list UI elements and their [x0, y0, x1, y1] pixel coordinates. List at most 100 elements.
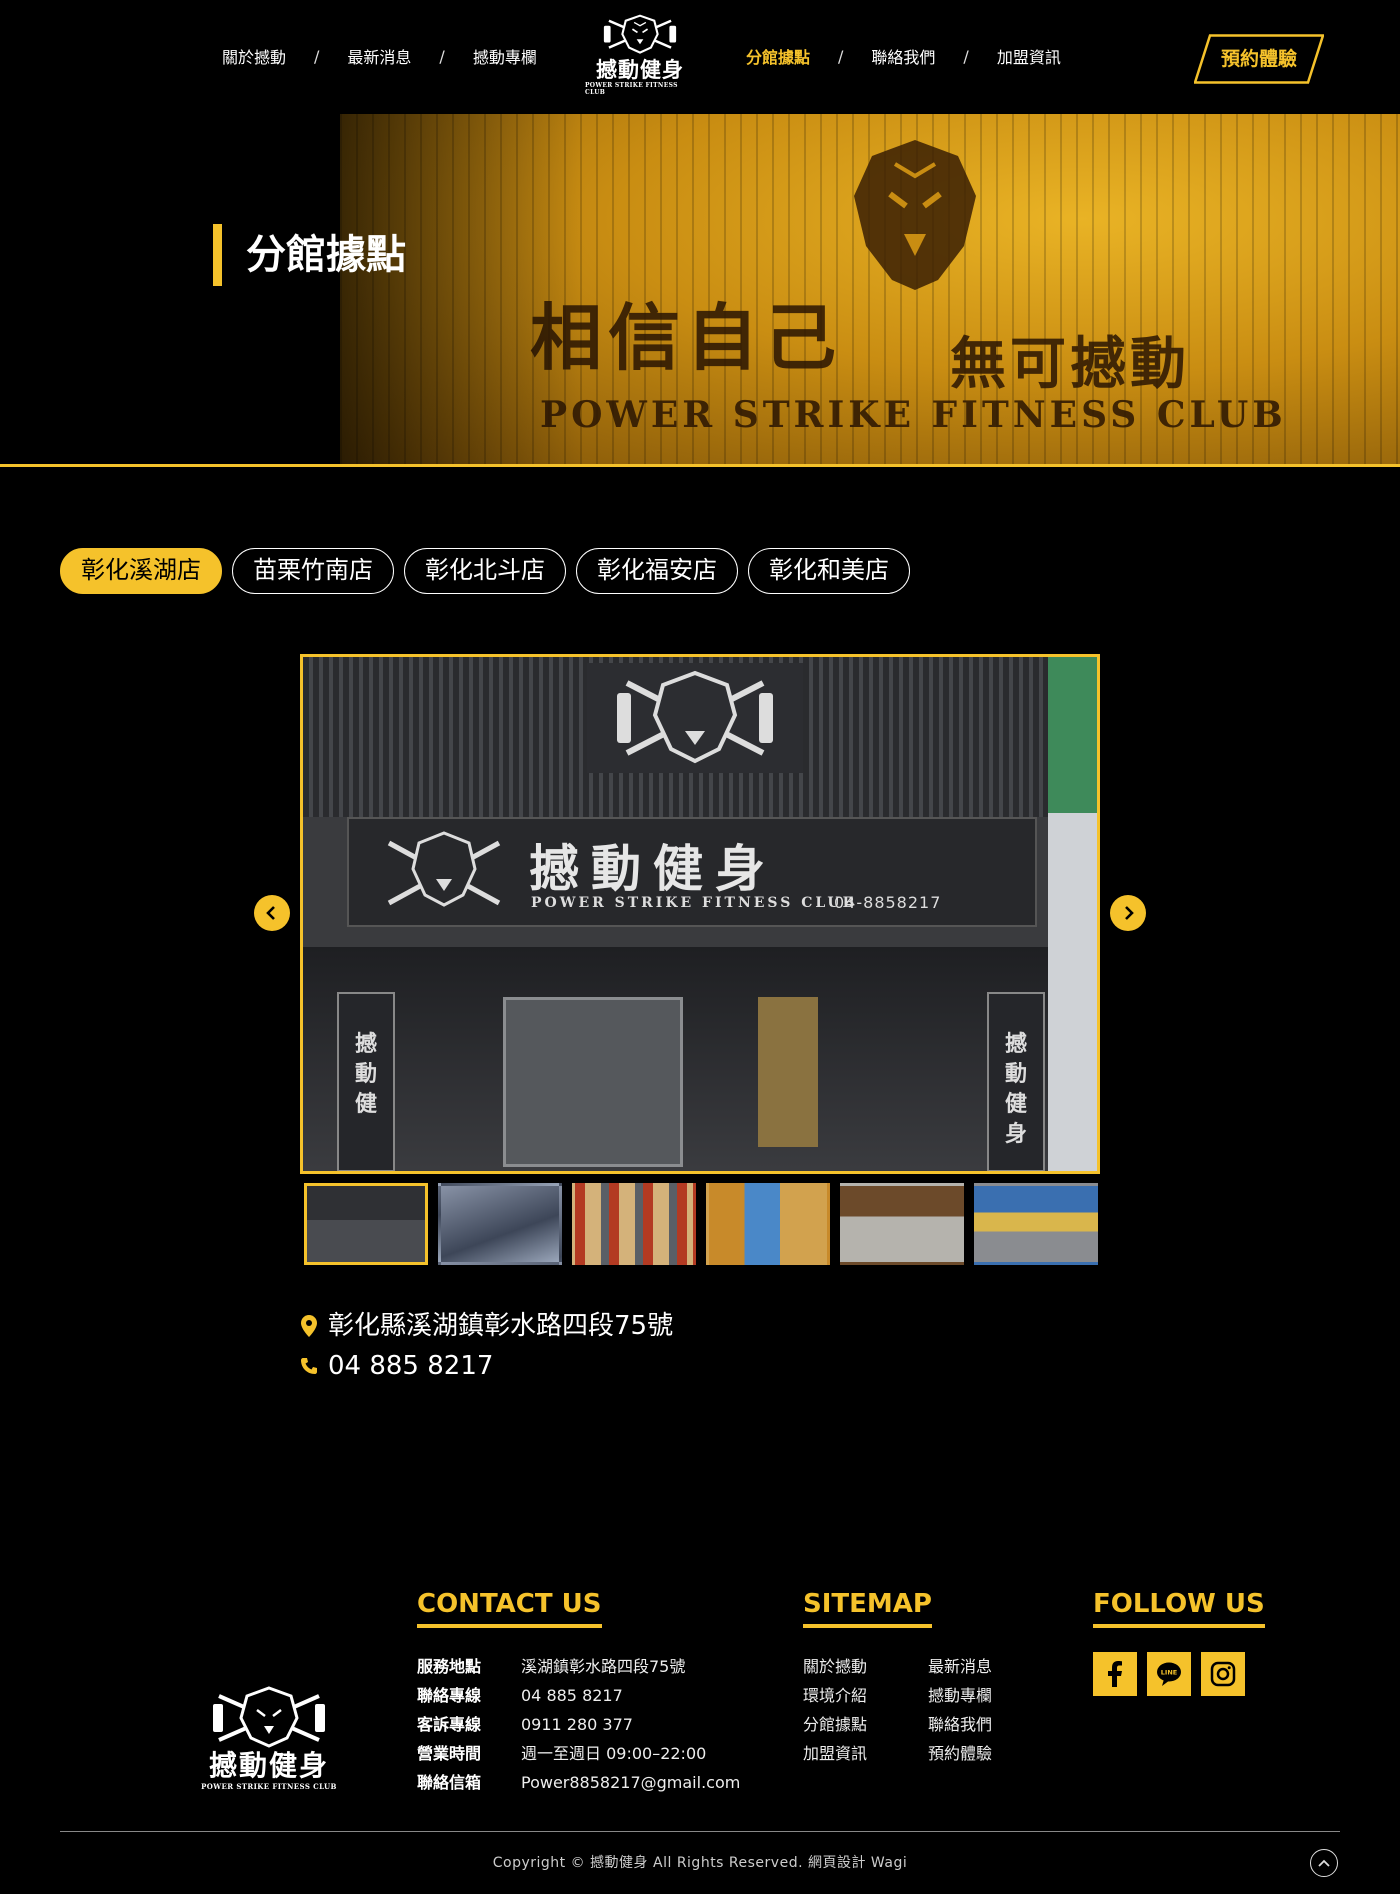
chevron-left-icon — [266, 906, 275, 920]
sitemap-link[interactable]: 加盟資訊 — [803, 1739, 928, 1768]
line-icon[interactable]: LINE — [1147, 1652, 1191, 1696]
tiger-emblem-icon — [854, 140, 976, 290]
chevron-up-icon — [1318, 1859, 1330, 1867]
storefront-door — [503, 997, 683, 1167]
sitemap-link[interactable]: 分館據點 — [803, 1710, 928, 1739]
contact-key: 服務地點 — [417, 1657, 482, 1676]
copyright: Copyright © 撼動健身 All Rights Reserved. 網頁… — [492, 1855, 908, 1871]
store-address-row: 彰化縣溪湖鎮彰水路四段75號 — [300, 1306, 673, 1346]
contact-value[interactable]: 0911 280 377 — [521, 1710, 633, 1739]
gallery-thumbnail[interactable] — [304, 1183, 428, 1265]
contact-row: 聯絡信箱 Power8858217@gmail.com — [417, 1768, 740, 1797]
logo-text: 撼動健身 — [596, 58, 684, 82]
nav-separator: / — [963, 46, 969, 66]
contact-key: 客訴專線 — [417, 1715, 482, 1734]
gallery-next-button[interactable] — [1110, 895, 1146, 931]
branch-tabs: 彰化溪湖店 苗栗竹南店 彰化北斗店 彰化福安店 彰化和美店 — [60, 548, 910, 594]
store-address: 彰化縣溪湖鎮彰水路四段75號 — [328, 1311, 674, 1341]
hero-banner: 相信自己 無可撼動 POWER STRIKE FITNESS CLUB 分館據點 — [0, 114, 1400, 467]
store-info: 彰化縣溪湖鎮彰水路四段75號 04 885 8217 — [300, 1306, 673, 1386]
gallery-prev-button[interactable] — [254, 895, 290, 931]
tab-zhunan[interactable]: 苗栗竹南店 — [232, 548, 394, 594]
tiger-logo-icon — [387, 831, 501, 907]
footer-divider — [60, 1831, 1340, 1832]
storefront-machine — [758, 997, 818, 1147]
contact-row: 客訴專線 0911 280 377 — [417, 1710, 740, 1739]
store-phone-row: 04 885 8217 — [300, 1346, 673, 1386]
contact-value[interactable]: 04 885 8217 — [521, 1681, 623, 1710]
follow-heading: FOLLOW US — [1093, 1588, 1265, 1628]
facebook-icon[interactable] — [1093, 1652, 1137, 1696]
gallery-main-photo[interactable]: 撼動健身 POWER STRIKE FITNESS CLUB 04-885821… — [300, 654, 1100, 1174]
nav-franchise[interactable]: 加盟資訊 — [997, 44, 1061, 68]
tab-beidou[interactable]: 彰化北斗店 — [404, 548, 566, 594]
sitemap-heading: SITEMAP — [803, 1588, 932, 1628]
tab-hemei[interactable]: 彰化和美店 — [748, 548, 910, 594]
storefront-sign: 撼動健身 POWER STRIKE FITNESS CLUB 04-885821… — [347, 817, 1037, 927]
contact-row: 聯絡專線 04 885 8217 — [417, 1681, 740, 1710]
nav-left: 關於撼動 / 最新消息 / 撼動專欄 — [222, 44, 537, 68]
nav-about[interactable]: 關於撼動 — [222, 44, 286, 68]
sitemap-link[interactable]: 最新消息 — [928, 1652, 1018, 1681]
store-phone[interactable]: 04 885 8217 — [328, 1346, 493, 1386]
sign-phone: 04-8858217 — [834, 893, 942, 912]
tab-xihu[interactable]: 彰化溪湖店 — [60, 548, 222, 594]
contact-heading: CONTACT US — [417, 1588, 602, 1628]
svg-text:LINE: LINE — [1161, 1669, 1177, 1677]
hero-fade — [340, 114, 580, 464]
storefront-emblem — [587, 663, 803, 773]
contact-key: 營業時間 — [417, 1744, 482, 1763]
nav-separator: / — [439, 46, 445, 66]
contact-value: 溪湖鎮彰水路四段75號 — [521, 1657, 686, 1676]
book-trial-button[interactable]: 預約體驗 — [1194, 34, 1324, 84]
footer-logo[interactable]: 撼動健身 POWER STRIKE FITNESS CLUB — [196, 1686, 342, 1796]
nav-column[interactable]: 撼動專欄 — [473, 44, 537, 68]
nav-locations[interactable]: 分館據點 — [746, 44, 810, 68]
logo-subtitle: POWER STRIKE FITNESS CLUB — [585, 82, 678, 96]
sitemap-link[interactable]: 環境介紹 — [803, 1681, 928, 1710]
nav-contact[interactable]: 聯絡我們 — [871, 44, 935, 68]
tiger-logo-icon — [617, 670, 773, 764]
social-links: LINE — [1093, 1652, 1245, 1696]
footer-logo-text: 撼動健身 — [208, 1749, 329, 1782]
neighbor-store — [1048, 657, 1097, 1171]
page-title: 分館據點 — [213, 224, 406, 286]
back-to-top-button[interactable] — [1310, 1849, 1338, 1877]
chevron-right-icon — [1125, 906, 1134, 920]
contact-key: 聯絡專線 — [417, 1686, 482, 1705]
site-header: 關於撼動 / 最新消息 / 撼動專欄 撼動健身 POWER STRIKE FIT… — [0, 0, 1400, 114]
sign-english: POWER STRIKE FITNESS CLUB — [531, 895, 858, 911]
nav-separator: / — [838, 46, 844, 66]
sitemap-link[interactable]: 聯絡我們 — [928, 1710, 1018, 1739]
sign-text: 撼動健身 — [529, 840, 777, 898]
sitemap-link[interactable]: 撼動專欄 — [928, 1681, 1018, 1710]
footer-logo-subtitle: POWER STRIKE FITNESS CLUB — [201, 1782, 337, 1791]
gallery-thumbnails — [304, 1183, 1098, 1265]
contact-row: 營業時間 週一至週日 09:00–22:00 — [417, 1739, 740, 1768]
nav-separator: / — [314, 46, 320, 66]
instagram-icon[interactable] — [1201, 1652, 1245, 1696]
phone-icon — [300, 1357, 318, 1375]
gallery-thumbnail[interactable] — [706, 1183, 830, 1265]
contact-list: 服務地點 溪湖鎮彰水路四段75號 聯絡專線 04 885 8217 客訴專線 0911… — [417, 1652, 740, 1797]
sitemap-links: 關於撼動 最新消息 環境介紹 撼動專欄 分館據點 聯絡我們 加盟資訊 預約體驗 — [803, 1652, 1018, 1768]
gallery-thumbnail[interactable] — [974, 1183, 1098, 1265]
tiger-logo-icon — [603, 14, 677, 54]
nav-news[interactable]: 最新消息 — [347, 44, 411, 68]
side-banner-left: 撼 動 健 — [337, 992, 395, 1171]
gallery-thumbnail[interactable] — [572, 1183, 696, 1265]
sitemap-link[interactable]: 預約體驗 — [928, 1739, 1018, 1768]
site-logo[interactable]: 撼動健身 POWER STRIKE FITNESS CLUB — [585, 14, 695, 96]
hero-wall-text-2: 無可撼動 — [950, 332, 1190, 397]
book-trial-label: 預約體驗 — [1220, 48, 1297, 70]
tiger-logo-icon — [213, 1686, 325, 1748]
contact-row: 服務地點 溪湖鎮彰水路四段75號 — [417, 1652, 740, 1681]
gallery-thumbnail[interactable] — [438, 1183, 562, 1265]
side-banner-right: 撼 動 健 身 — [987, 992, 1045, 1171]
storefront-floor — [303, 947, 1097, 1171]
contact-value[interactable]: Power8858217@gmail.com — [521, 1768, 740, 1797]
gallery-thumbnail[interactable] — [840, 1183, 964, 1265]
sitemap-link[interactable]: 關於撼動 — [803, 1652, 928, 1681]
tab-fuan[interactable]: 彰化福安店 — [576, 548, 738, 594]
contact-value: 週一至週日 09:00–22:00 — [521, 1744, 707, 1763]
